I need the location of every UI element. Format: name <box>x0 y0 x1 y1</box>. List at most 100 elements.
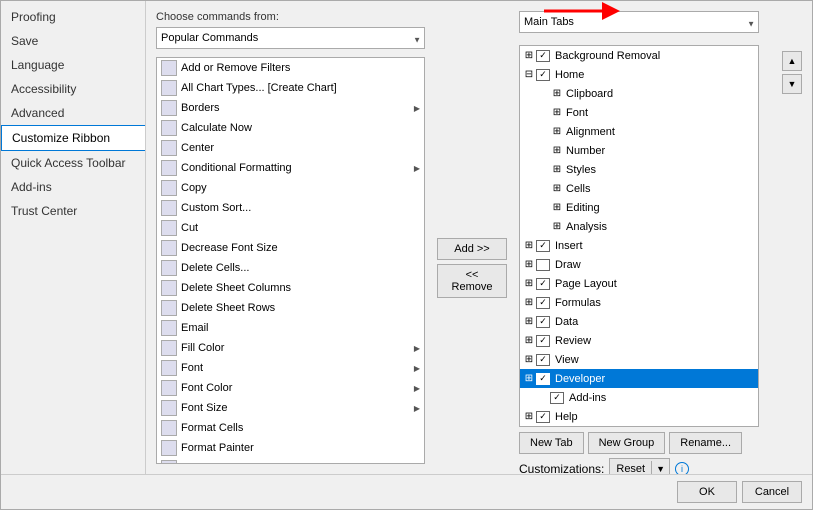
tree-checkbox[interactable] <box>536 335 550 347</box>
command-icon <box>161 240 177 256</box>
sidebar-item-quick-access-toolbar[interactable]: Quick Access Toolbar <box>1 151 145 175</box>
tree-panel-area: Main Tabs ⊞Background Removal⊟Home⊞Clipb… <box>519 11 774 464</box>
sidebar-item-customize-ribbon[interactable]: Customize Ribbon <box>1 125 145 151</box>
ok-button[interactable]: OK <box>677 481 737 503</box>
command-item-font-color[interactable]: Font Color▶ <box>157 378 424 398</box>
command-icon <box>161 360 177 376</box>
tree-checkbox[interactable] <box>536 316 550 328</box>
tree-checkbox[interactable] <box>536 259 550 271</box>
command-item-cut[interactable]: Cut <box>157 218 424 238</box>
command-item-delete-sheet-rows[interactable]: Delete Sheet Rows <box>157 298 424 318</box>
tree-item-cells[interactable]: ⊞Cells <box>520 179 758 198</box>
tree-checkbox[interactable] <box>536 354 550 366</box>
tree-expander-icon: ⊞ <box>522 240 536 251</box>
tree-checkbox[interactable] <box>536 69 550 81</box>
sidebar-item-advanced[interactable]: Advanced <box>1 101 145 125</box>
tree-expander-icon: ⊞ <box>550 183 564 194</box>
tree-item-alignment[interactable]: ⊞Alignment <box>520 122 758 141</box>
reset-dropdown[interactable]: Reset ▼ <box>609 458 670 474</box>
commands-panel: Choose commands from: Popular Commands A… <box>156 11 425 464</box>
tree-scroll-area: ▲ ▼ <box>782 11 802 464</box>
command-item-decrease-font-size[interactable]: Decrease Font Size <box>157 238 424 258</box>
command-icon <box>161 420 177 436</box>
tree-item-clipboard[interactable]: ⊞Clipboard <box>520 84 758 103</box>
tree-checkbox[interactable] <box>536 240 550 252</box>
command-item-delete-cells[interactable]: Delete Cells... <box>157 258 424 278</box>
command-item-delete-sheet-columns[interactable]: Delete Sheet Columns <box>157 278 424 298</box>
command-item-center[interactable]: Center <box>157 138 424 158</box>
reset-arrow-icon[interactable]: ▼ <box>652 462 669 474</box>
sidebar-item-add-ins[interactable]: Add-ins <box>1 175 145 199</box>
tree-expander-icon: ⊞ <box>522 411 536 422</box>
tree-item-analysis[interactable]: ⊞Analysis <box>520 217 758 236</box>
command-item-calculate-now[interactable]: Calculate Now <box>157 118 424 138</box>
command-item-conditional-formatting[interactable]: Conditional Formatting▶ <box>157 158 424 178</box>
sidebar-item-accessibility[interactable]: Accessibility <box>1 77 145 101</box>
sidebar-item-save[interactable]: Save <box>1 29 145 53</box>
tree-item-font[interactable]: ⊞Font <box>520 103 758 122</box>
command-item-freeze-panes[interactable]: Freeze Panes▶ <box>157 458 424 464</box>
command-item-format-cells[interactable]: Format Cells <box>157 418 424 438</box>
reset-label[interactable]: Reset <box>610 461 652 474</box>
tree-item-insert[interactable]: ⊞Insert <box>520 236 758 255</box>
command-item-email[interactable]: Email <box>157 318 424 338</box>
tree-item-page-layout[interactable]: ⊞Page Layout <box>520 274 758 293</box>
command-item-font-size[interactable]: Font Size▶ <box>157 398 424 418</box>
tree-item-editing[interactable]: ⊞Editing <box>520 198 758 217</box>
command-item-fill-color[interactable]: Fill Color▶ <box>157 338 424 358</box>
command-item-font[interactable]: Font▶ <box>157 358 424 378</box>
tree-checkbox[interactable] <box>536 411 550 423</box>
command-item-all-chart-types[interactable]: All Chart Types... [Create Chart] <box>157 78 424 98</box>
sidebar-item-trust-center[interactable]: Trust Center <box>1 199 145 223</box>
add-button[interactable]: Add >> <box>437 238 507 260</box>
tree-item-view[interactable]: ⊞View <box>520 350 758 369</box>
tree-expander-icon: ⊞ <box>550 126 564 137</box>
new-group-button[interactable]: New Group <box>588 432 666 454</box>
command-icon <box>161 60 177 76</box>
command-icon <box>161 200 177 216</box>
tree-checkbox[interactable] <box>550 392 564 404</box>
tree-up-button[interactable]: ▲ <box>782 51 802 71</box>
tree-checkbox[interactable] <box>536 373 550 385</box>
command-item-custom-sort[interactable]: Custom Sort... <box>157 198 424 218</box>
command-item-copy[interactable]: Copy <box>157 178 424 198</box>
tree-item-label: Draw <box>555 259 581 271</box>
tree-expander-icon: ⊞ <box>522 297 536 308</box>
tree-checkbox[interactable] <box>536 50 550 62</box>
tree-item-draw[interactable]: ⊞Draw <box>520 255 758 274</box>
tree-item-formulas[interactable]: ⊞Formulas <box>520 293 758 312</box>
commands-label: Choose commands from: <box>156 11 425 23</box>
tree-checkbox[interactable] <box>536 297 550 309</box>
reset-info-icon[interactable]: i <box>675 462 689 474</box>
tree-item-add-ins[interactable]: Add-ins <box>520 388 758 407</box>
tree-item-home[interactable]: ⊟Home <box>520 65 758 84</box>
main-tabs-dropdown[interactable]: Main Tabs <box>519 11 759 33</box>
rename-button[interactable]: Rename... <box>669 432 742 454</box>
command-label: Add or Remove Filters <box>181 62 420 74</box>
tree-item-styles[interactable]: ⊞Styles <box>520 160 758 179</box>
sidebar-item-language[interactable]: Language <box>1 53 145 77</box>
middle-buttons-area: Add >> << Remove <box>433 71 511 464</box>
tree-item-background-removal[interactable]: ⊞Background Removal <box>520 46 758 65</box>
tree-checkbox[interactable] <box>536 278 550 290</box>
tree-item-help[interactable]: ⊞Help <box>520 407 758 426</box>
tree-item-review[interactable]: ⊞Review <box>520 331 758 350</box>
main-tabs-tree[interactable]: ⊞Background Removal⊟Home⊞Clipboard⊞Font⊞… <box>519 45 759 427</box>
submenu-arrow-icon: ▶ <box>414 464 420 465</box>
tree-item-developer[interactable]: ⊞Developer <box>520 369 758 388</box>
sidebar-item-proofing[interactable]: Proofing <box>1 5 145 29</box>
tree-item-data[interactable]: ⊞Data <box>520 312 758 331</box>
cancel-button[interactable]: Cancel <box>742 481 802 503</box>
tree-item-number[interactable]: ⊞Number <box>520 141 758 160</box>
commands-dropdown[interactable]: Popular Commands <box>156 27 425 49</box>
commands-list[interactable]: Add or Remove Filters All Chart Types... … <box>156 57 425 464</box>
remove-button[interactable]: << Remove <box>437 264 507 298</box>
tree-expander-icon: ⊞ <box>550 107 564 118</box>
tree-down-button[interactable]: ▼ <box>782 74 802 94</box>
command-item-add-remove-filters[interactable]: Add or Remove Filters <box>157 58 424 78</box>
command-item-format-painter[interactable]: Format Painter <box>157 438 424 458</box>
new-tab-button[interactable]: New Tab <box>519 432 584 454</box>
excel-options-dialog: Proofing Save Language Accessibility Adv… <box>0 0 813 510</box>
tree-expander-icon: ⊞ <box>550 88 564 99</box>
command-item-borders[interactable]: Borders▶ <box>157 98 424 118</box>
